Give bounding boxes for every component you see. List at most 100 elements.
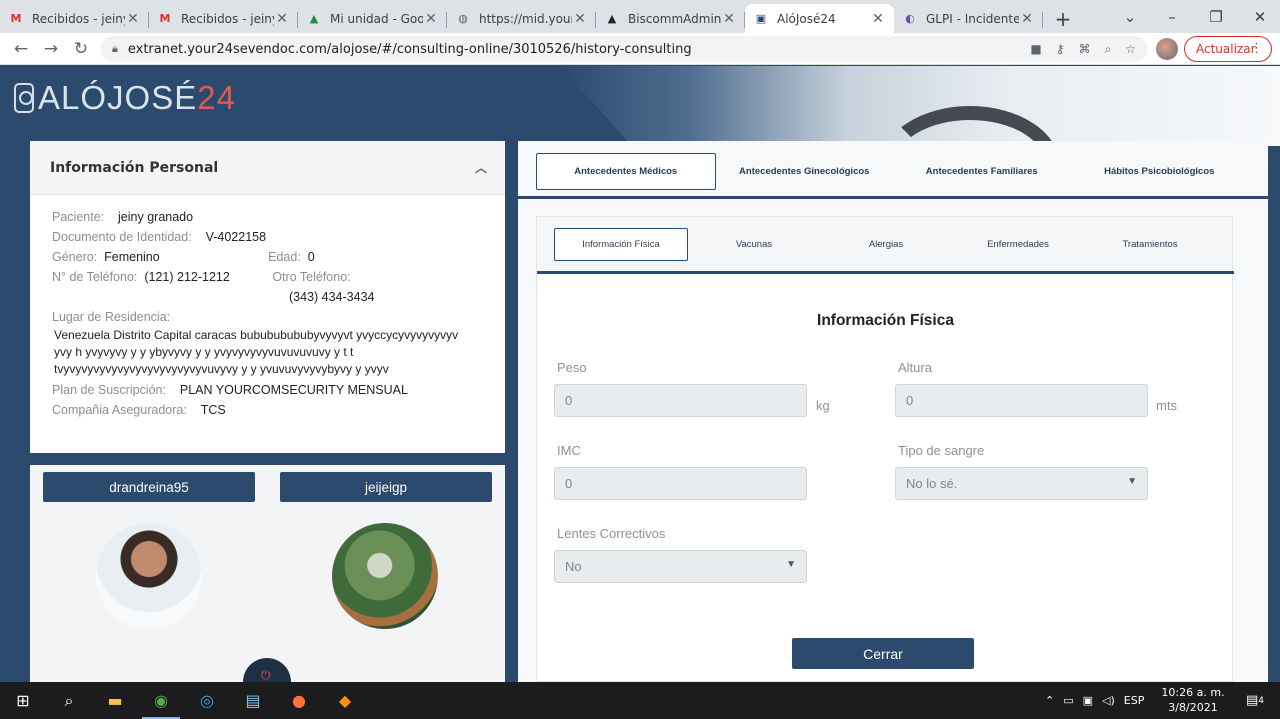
personal-info-body: Paciente: jeiny granado Documento de Ide… [30, 195, 505, 420]
tab-vaccines[interactable]: Vacunas [688, 228, 820, 261]
address-bar[interactable]: 🔒︎ extranet.your24sevendoc.com/alojose/#… [100, 36, 1148, 62]
clock-time: 10:26 a. m. [1161, 686, 1225, 699]
reload-icon[interactable]: ↻ [66, 39, 96, 59]
windows-start-icon[interactable]: ⊞ [0, 682, 46, 719]
lenses-value: No [565, 559, 582, 574]
clock-date: 3/8/2021 [1168, 701, 1218, 714]
close-icon[interactable]: ✕ [423, 11, 439, 27]
firefox-icon[interactable]: ● [276, 682, 322, 719]
doctor-avatar [96, 523, 202, 629]
volume-icon[interactable]: ◁) [1102, 694, 1115, 707]
back-icon[interactable]: ← [6, 39, 36, 59]
close-icon[interactable]: ✕ [721, 11, 737, 27]
insurer-value: TCS [200, 403, 226, 417]
zoom-icon[interactable]: ⌕ [1105, 42, 1112, 57]
close-icon[interactable]: ✕ [125, 11, 141, 27]
notepad-icon[interactable]: ▤ [230, 682, 276, 719]
id-label: Documento de Identidad: [52, 230, 192, 244]
plan-label: Plan de Suscripción: [52, 383, 166, 397]
glpi-icon: ◐ [905, 12, 915, 25]
insurer-label: Compañia Aseguradora: [52, 403, 187, 417]
key-icon[interactable]: ⚷ [1056, 42, 1065, 56]
tab-diseases[interactable]: Enfermedades [952, 228, 1084, 261]
restore-icon[interactable]: ❐ [1194, 8, 1238, 26]
update-button[interactable]: Actualizar ⋮ [1184, 36, 1272, 62]
medical-subtabs: Información Física Vacunas Alergias Enfe… [554, 228, 1216, 261]
camera-icon[interactable]: ■ [1030, 42, 1041, 56]
height-input[interactable]: 0 [895, 384, 1148, 417]
app-icon[interactable]: ◆ [322, 682, 368, 719]
other-phone-value: (343) 434-3434 [289, 290, 375, 304]
personal-info-header[interactable]: Información Personal ︿ [30, 141, 505, 195]
browser-tab-strip: MRecibidos - jeinyr✕ MRecibidos - jeinyg… [0, 0, 1280, 33]
close-button[interactable]: Cerrar [792, 638, 974, 669]
file-explorer-icon[interactable]: ▬ [92, 682, 138, 719]
blood-type-select[interactable]: No lo sé. ▼ [895, 467, 1148, 500]
gmail-icon: M [159, 12, 171, 25]
clock[interactable]: 10:26 a. m. 3/8/2021 [1160, 685, 1226, 715]
close-icon[interactable]: ✕ [572, 11, 588, 27]
lock-icon[interactable]: 🔒︎ [112, 42, 118, 56]
tab-psychobiological-habits[interactable]: Hábitos Psicobiológicos [1071, 153, 1249, 190]
close-icon[interactable]: ✕ [1019, 11, 1035, 27]
close-icon[interactable]: ✕ [274, 11, 290, 27]
bookmark-star-icon[interactable]: ☆ [1125, 42, 1136, 56]
patient-label: Paciente: [52, 210, 105, 224]
address-bar-icons: ■ ⚷ ⌘ ⌕ ☆ [1030, 36, 1136, 62]
browser-tab[interactable]: ▲ BiscommAdmin ✕ [596, 4, 745, 33]
bmi-input[interactable]: 0 [554, 467, 807, 500]
browser-tab-active[interactable]: ▣ AlóJosé24 ✕ [745, 4, 894, 33]
system-tray: ⌃ ▭ ▣ ◁) ESP [1045, 682, 1144, 719]
tab-treatments[interactable]: Tratamientos [1084, 228, 1216, 261]
language-indicator[interactable]: ESP [1124, 694, 1145, 707]
participants-card: drandreina95 jeijeigp [30, 465, 505, 682]
browser-tab[interactable]: ◐ GLPI - Incidentes ✕ [894, 4, 1043, 33]
notifications-icon[interactable]: ▤ 4 [1232, 682, 1278, 719]
page: ALÓJOSÉ24 Información Personal ︿ Pacient… [0, 66, 1280, 682]
tab-gynecological-history[interactable]: Antecedentes Ginecológicos [716, 153, 894, 190]
browser-tab[interactable]: M Recibidos - jeinyr ✕ [0, 4, 149, 33]
window-buttons: – ❐ ✕ [1150, 0, 1280, 33]
plan-value: PLAN YOURCOMSECURITY MENSUAL [179, 383, 408, 397]
notification-count: 4 [1258, 695, 1265, 706]
close-icon[interactable]: ✕ [870, 11, 886, 27]
tab-family-history[interactable]: Antecedentes Familiares [893, 153, 1071, 190]
phone-label: N° de Teléfono: [52, 270, 138, 284]
lenses-select[interactable]: No ▼ [554, 550, 807, 583]
search-icon[interactable]: ⌕ [46, 682, 92, 719]
chevron-up-icon[interactable]: ⌃ [1045, 694, 1054, 707]
minimize-icon[interactable]: – [1150, 8, 1194, 26]
tab-search-icon[interactable]: ⌄ [1108, 8, 1152, 26]
chevron-up-icon[interactable]: ︿ [475, 159, 487, 176]
phone-icon [14, 83, 34, 113]
battery-icon[interactable]: ▭ [1063, 694, 1073, 707]
new-tab-button[interactable]: + [1049, 4, 1077, 33]
profile-avatar[interactable] [1156, 38, 1178, 60]
tab-physical-info[interactable]: Información Física [554, 228, 688, 261]
weight-input[interactable]: 0 [554, 384, 807, 417]
power-icon: ⏻ [261, 668, 271, 682]
browser-toolbar: ← → ↻ 🔒︎ extranet.your24sevendoc.com/alo… [0, 33, 1280, 65]
chevron-down-icon: ▼ [786, 559, 796, 570]
patient-user-button[interactable]: jeijeigp [280, 472, 492, 502]
edge-icon[interactable]: ◎ [184, 682, 230, 719]
site-logo[interactable]: ALÓJOSÉ24 [14, 79, 236, 116]
browser-tab[interactable]: ◍https://mid.your2✕ [447, 4, 596, 33]
translate-icon[interactable]: ⌘ [1079, 42, 1091, 56]
angular-icon: ▲ [607, 12, 617, 25]
browser-tab[interactable]: MRecibidos - jeinyg✕ [149, 4, 298, 33]
id-value: V-4022158 [205, 230, 267, 244]
doctor-user-button[interactable]: drandreina95 [43, 472, 255, 502]
physical-info-section: Información Física Vacunas Alergias Enfe… [536, 216, 1234, 682]
residence-label: Lugar de Residencia: [52, 310, 171, 324]
browser-tab[interactable]: ▲ Mi unidad - Goog ✕ [298, 4, 447, 33]
history-tabs: Antecedentes Médicos Antecedentes Gineco… [536, 153, 1248, 190]
tab-medical-history[interactable]: Antecedentes Médicos [536, 153, 716, 190]
blood-type-value: No lo sé. [906, 476, 958, 491]
tab-allergies[interactable]: Alergias [820, 228, 952, 261]
close-window-icon[interactable]: ✕ [1238, 8, 1280, 26]
chrome-icon[interactable]: ◉ [138, 682, 184, 719]
network-icon[interactable]: ▣ [1083, 694, 1093, 707]
age-label: Edad: [268, 250, 301, 264]
forward-icon[interactable]: → [36, 39, 66, 59]
